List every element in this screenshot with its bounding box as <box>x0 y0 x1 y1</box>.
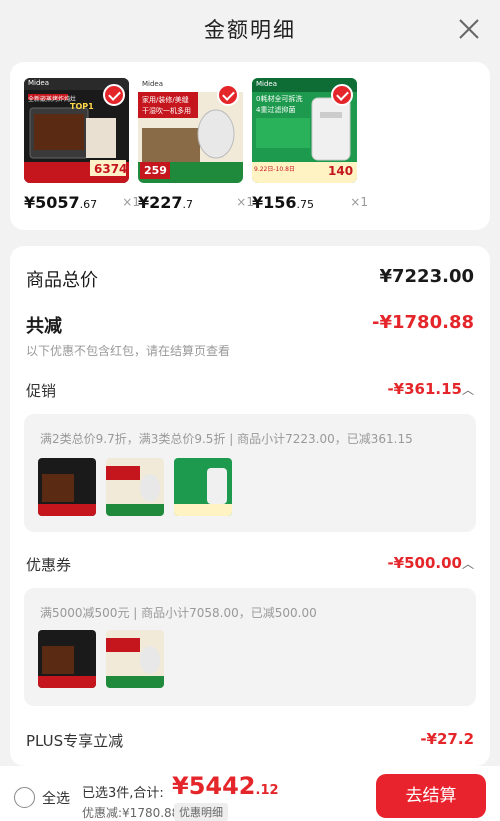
product-price: ¥156.75 <box>252 193 315 212</box>
product-price: ¥5057.67 <box>24 193 98 212</box>
discount-detail-tag[interactable]: 优惠明细 <box>174 803 228 821</box>
product-item-1[interactable]: Midea 全新嵌蒸烤炸炖灶 TOP1 6374 ¥5057.67 ×1 <box>24 78 140 212</box>
product-price-row: ¥227.7 ×1 <box>138 193 254 213</box>
promo-product-thumb <box>38 458 96 516</box>
promo-product-thumb <box>174 458 232 516</box>
discount-label: 共减 <box>26 316 62 337</box>
product-image[interactable]: Midea 家用/装修/美缝 干湿吹一机多用 259 <box>138 78 243 183</box>
plus-label: PLUS专享立减 <box>26 732 124 750</box>
product-price-row: ¥156.75 ×1 <box>252 193 368 213</box>
plus-row: PLUS专享立减 -¥27.2 <box>26 730 474 752</box>
promo-row[interactable]: 促销 -¥361.15︿ <box>26 380 474 402</box>
close-icon[interactable] <box>458 18 480 40</box>
thumb-sub: 4重过滤抑菌 <box>256 106 296 114</box>
discount-note-row: 以下优惠不包含红包，请在结算页查看 <box>26 342 474 360</box>
amount-detail-card: 商品总价 ¥7223.00 共减 -¥1780.88 以下优惠不包含红包，请在结… <box>10 246 490 766</box>
thumb-sub: 干湿吹一机多用 <box>142 107 191 115</box>
chevron-up-icon: ︿ <box>461 383 474 397</box>
discount-value: -¥1780.88 <box>372 312 474 333</box>
check-icon[interactable] <box>331 84 353 106</box>
select-all-label[interactable]: 全选 <box>42 788 70 808</box>
checkout-total: ¥5442.12 <box>172 772 279 800</box>
promo-value-wrap[interactable]: -¥361.15︿ <box>387 380 474 398</box>
thumb-text: 0耗材全可拆洗 <box>256 95 303 103</box>
coupon-value: -¥500.00 <box>387 554 462 572</box>
discount-note: 以下优惠不包含红包，请在结算页查看 <box>26 344 231 358</box>
promo-value: -¥361.15 <box>387 380 462 398</box>
thumb-brand: Midea <box>142 80 164 88</box>
coupon-label: 优惠券 <box>26 556 72 574</box>
product-image[interactable]: Midea 全新嵌蒸烤炸炖灶 TOP1 6374 <box>24 78 129 183</box>
chevron-up-icon: ︿ <box>461 557 474 571</box>
product-qty: ×1 <box>350 195 368 209</box>
total-value: ¥7223.00 <box>379 266 474 287</box>
thumb-text: 全新嵌蒸烤炸炖灶 <box>28 96 77 103</box>
checkout-button[interactable]: 去结算 <box>376 774 486 818</box>
thumb-badge: TOP1 <box>70 102 94 111</box>
coupon-value-wrap[interactable]: -¥500.00︿ <box>387 554 474 572</box>
promo-label: 促销 <box>26 382 57 400</box>
radio-icon[interactable] <box>14 787 35 808</box>
thumb-price: 6374 <box>94 162 128 176</box>
discount-row: 共减 -¥1780.88 <box>26 312 474 338</box>
thumb-brand: Midea <box>256 80 278 88</box>
total-row: 商品总价 ¥7223.00 <box>26 266 474 292</box>
promo-desc: 满2类总价9.7折，满3类总价9.5折 | 商品小计7223.00，已减361.… <box>40 432 413 446</box>
thumb-text: 家用/装修/美缝 <box>142 96 189 104</box>
product-item-3[interactable]: Midea 0耗材全可拆洗 4重过滤抑菌 9.22日-10.8日 140 ¥15… <box>252 78 368 212</box>
checkout-bar: 全选 已选3件,合计: ¥5442.12 优惠减:¥1780.88 优惠明细 去… <box>0 766 500 821</box>
coupon-product-thumb <box>38 630 96 688</box>
saved-text: 优惠减:¥1780.88 <box>82 806 180 820</box>
total-label: 商品总价 <box>26 270 98 291</box>
product-list: Midea 全新嵌蒸烤炸炖灶 TOP1 6374 ¥5057.67 ×1 Mid… <box>10 62 490 230</box>
promo-detail-box: 满2类总价9.7折，满3类总价9.5折 | 商品小计7223.00，已减361.… <box>24 414 476 532</box>
thumb-price: 140 <box>328 164 354 178</box>
modal-header: 金额明细 <box>0 0 500 60</box>
product-image[interactable]: Midea 0耗材全可拆洗 4重过滤抑菌 9.22日-10.8日 140 <box>252 78 357 183</box>
selected-text: 已选3件,合计: <box>82 786 164 801</box>
coupon-row[interactable]: 优惠券 -¥500.00︿ <box>26 554 474 576</box>
page-title: 金额明细 <box>204 18 296 42</box>
product-price-row: ¥5057.67 ×1 <box>24 193 140 213</box>
product-item-2[interactable]: Midea 家用/装修/美缝 干湿吹一机多用 259 ¥227.7 ×1 <box>138 78 254 212</box>
product-price: ¥227.7 <box>138 193 194 212</box>
coupon-desc: 满5000减500元 | 商品小计7058.00，已减500.00 <box>40 606 317 620</box>
thumb-price: 259 <box>144 164 167 177</box>
coupon-product-thumb <box>106 630 164 688</box>
plus-value: -¥27.2 <box>420 730 474 748</box>
coupon-detail-box: 满5000减500元 | 商品小计7058.00，已减500.00 <box>24 588 476 706</box>
promo-product-thumb <box>106 458 164 516</box>
check-icon[interactable] <box>217 84 239 106</box>
thumb-brand: Midea <box>28 79 50 87</box>
check-icon[interactable] <box>103 84 125 106</box>
thumb-date: 9.22日-10.8日 <box>254 166 295 173</box>
